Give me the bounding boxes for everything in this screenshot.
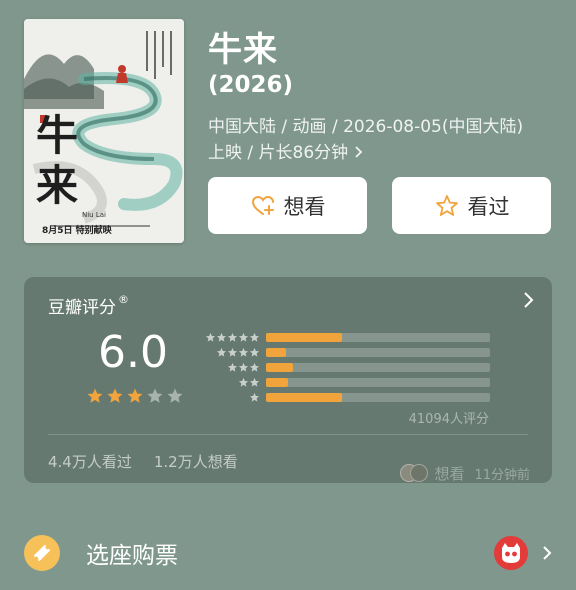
distribution-bar-fill	[266, 393, 343, 402]
seen-count: 4.4万人看过	[48, 453, 132, 471]
distribution-bar-track	[266, 393, 490, 402]
movie-detail-page: 牛来 Niu Lai 8月5日 特别献映 牛来 (2026) 中国大陆 / 动画…	[0, 0, 576, 590]
star-small-icon	[205, 332, 216, 342]
rating-stars	[86, 387, 184, 405]
star-filled-icon	[107, 388, 123, 403]
distribution-bar-track	[266, 378, 490, 387]
chevron-right-icon[interactable]	[522, 291, 534, 309]
movie-poster[interactable]: 牛来 Niu Lai 8月5日 特别献映	[24, 19, 184, 243]
star-small-icon	[216, 347, 227, 357]
distribution-bar-track	[266, 333, 490, 342]
meta-line-2-text: 上映 / 片长86分钟	[208, 143, 349, 163]
meta-line-2: 上映 / 片长86分钟	[208, 140, 558, 166]
distribution-row-2-star	[200, 375, 492, 390]
star-small-icon	[249, 377, 260, 387]
distribution-stars	[200, 347, 260, 358]
distribution-stars	[200, 377, 260, 388]
want-to-watch-button[interactable]: 想看	[208, 177, 367, 234]
distribution-bar-fill	[266, 333, 343, 342]
card-divider	[48, 434, 528, 435]
distribution-bar-track	[266, 348, 490, 357]
chevron-right-icon	[543, 546, 552, 560]
friend-activity[interactable]: 想看 11分钟前	[400, 462, 530, 484]
poster-subtitle: Niu Lai	[82, 211, 106, 219]
buy-ticket-row[interactable]: 选座购票	[24, 532, 552, 574]
heart-plus-icon	[251, 195, 274, 215]
star-small-icon	[238, 377, 249, 387]
buy-ticket-label: 选座购票	[86, 543, 178, 569]
star-outline-icon	[435, 194, 458, 216]
distribution-row-4-star	[200, 345, 492, 360]
star-small-icon	[249, 347, 260, 357]
activity-time: 11分钟前	[474, 467, 530, 483]
star-small-icon	[216, 332, 227, 342]
poster-title: 牛来	[36, 111, 79, 210]
star-small-icon	[227, 362, 238, 372]
maoyan-cat-icon	[494, 536, 528, 570]
distribution-bar-fill	[266, 363, 293, 372]
movie-title: 牛来	[208, 30, 278, 70]
distribution-stars	[200, 362, 260, 373]
star-small-icon	[238, 362, 249, 372]
distribution-bar-track	[266, 363, 490, 372]
rating-count: 41094人评分	[408, 412, 489, 427]
rating-title-text: 豆瓣评分	[48, 298, 116, 318]
ticket-vendor	[494, 536, 552, 570]
distribution-bar-fill	[266, 378, 289, 387]
star-small-icon	[249, 332, 260, 342]
star-small-icon	[249, 362, 260, 372]
ticket-icon	[24, 535, 60, 571]
star-filled-icon	[87, 388, 103, 403]
distribution-row-1-star	[200, 390, 492, 405]
star-small-icon	[238, 332, 249, 342]
watched-button[interactable]: 看过	[392, 177, 551, 234]
rating-distribution	[200, 330, 492, 405]
chevron-right-icon	[354, 143, 363, 163]
audience-stats: 4.4万人看过 1.2万人想看	[48, 451, 238, 472]
distribution-row-5-star	[200, 330, 492, 345]
movie-meta[interactable]: 中国大陆 / 动画 / 2026-08-05(中国大陆) 上映 / 片长86分钟	[208, 114, 558, 166]
distribution-bar-fill	[266, 348, 287, 357]
avatar	[410, 464, 429, 482]
poster-tagline: 8月5日 特别献映	[42, 226, 112, 236]
want-to-watch-label: 想看	[283, 194, 326, 219]
star-empty-icon	[147, 388, 163, 403]
meta-line-1: 中国大陆 / 动画 / 2026-08-05(中国大陆)	[208, 117, 524, 137]
star-small-icon	[238, 347, 249, 357]
movie-year: (2026)	[208, 72, 294, 98]
rating-card-title: 豆瓣评分 ®	[48, 293, 129, 318]
distribution-row-3-star	[200, 360, 492, 375]
friend-avatars	[400, 462, 430, 484]
registered-mark: ®	[118, 293, 129, 306]
star-empty-icon	[167, 388, 183, 403]
star-filled-icon	[127, 388, 143, 403]
star-small-icon	[227, 347, 238, 357]
star-small-icon	[249, 392, 260, 402]
star-small-icon	[227, 332, 238, 342]
distribution-stars	[200, 392, 260, 403]
want-count: 1.2万人想看	[153, 453, 238, 471]
douban-rating-card[interactable]: 豆瓣评分 ® 6.0 41094人评分 4.4万人看过 1.2万人想看 想看 11…	[24, 277, 552, 483]
rating-score: 6.0	[98, 327, 168, 378]
distribution-stars	[200, 332, 260, 343]
watched-label: 看过	[467, 194, 510, 219]
activity-action: 想看	[434, 464, 465, 483]
